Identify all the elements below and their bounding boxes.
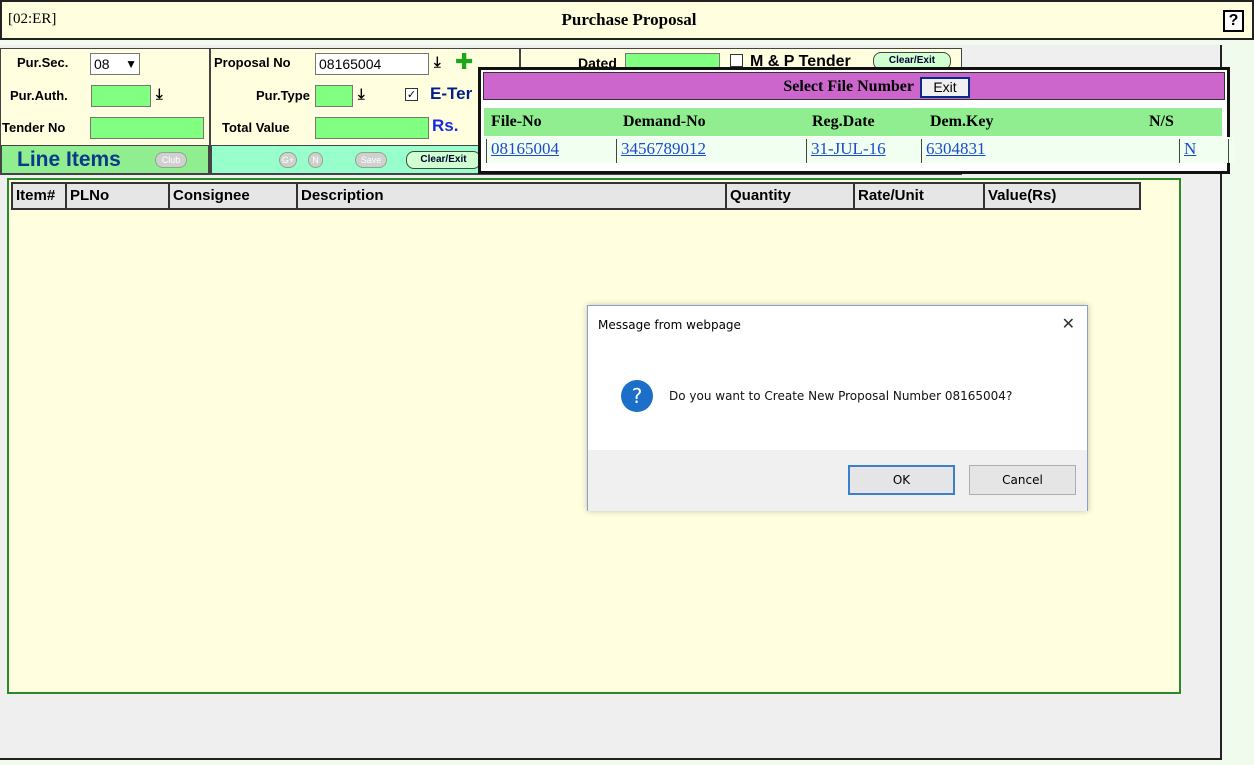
col-value: Value(Rs) bbox=[988, 187, 1057, 204]
popup-columns: File-No Demand-No Reg.Date Dem.Key N/S bbox=[484, 108, 1222, 136]
popup-header: Select File Number Exit bbox=[483, 72, 1225, 100]
title-bar: [02:ER] Purchase Proposal ? bbox=[0, 0, 1254, 40]
column-divider bbox=[296, 184, 298, 208]
file-no-link[interactable]: 08165004 bbox=[486, 139, 616, 163]
col-item: Item# bbox=[16, 187, 56, 204]
col-ns: N/S bbox=[1149, 113, 1174, 130]
reg-date-link[interactable]: 31-JUL-16 bbox=[806, 139, 921, 163]
pur-auth-label: Pur.Auth. bbox=[10, 88, 68, 103]
add-icon[interactable]: ✚ bbox=[455, 50, 473, 75]
g-plus-button[interactable]: G+ bbox=[279, 152, 297, 168]
tender-no-label: Tender No bbox=[2, 120, 66, 135]
cancel-button[interactable]: Cancel bbox=[969, 465, 1076, 495]
close-icon[interactable]: ✕ bbox=[1062, 314, 1075, 333]
popup-title: Select File Number bbox=[783, 78, 914, 95]
pur-type-input[interactable] bbox=[315, 85, 353, 107]
clear-exit-items-button[interactable]: Clear/Exit bbox=[406, 151, 481, 169]
line-items-label: Line Items bbox=[17, 148, 121, 171]
column-divider bbox=[853, 184, 855, 208]
pur-sec-value: 08 bbox=[94, 56, 110, 72]
e-tender-checkbox[interactable]: ✓ bbox=[405, 88, 418, 101]
col-reg-date: Reg.Date bbox=[812, 113, 875, 130]
club-button[interactable]: Club bbox=[155, 152, 187, 168]
dialog-title: Message from webpage bbox=[598, 318, 741, 332]
column-divider bbox=[168, 184, 170, 208]
proposal-no-input[interactable]: 08165004 bbox=[315, 53, 429, 75]
total-value-input[interactable] bbox=[315, 117, 429, 139]
exit-button[interactable]: Exit bbox=[920, 77, 970, 98]
tender-no-input[interactable] bbox=[90, 117, 204, 139]
column-divider bbox=[983, 184, 985, 208]
dem-key-link[interactable]: 6304831 bbox=[921, 139, 1179, 163]
download-arrow-icon[interactable]: ⤓ bbox=[358, 85, 365, 103]
column-divider bbox=[725, 184, 727, 208]
col-consignee: Consignee bbox=[173, 187, 250, 204]
select-file-popup: Select File Number Exit File-No Demand-N… bbox=[478, 67, 1234, 174]
total-value-label: Total Value bbox=[222, 120, 290, 135]
pur-type-label: Pur.Type bbox=[256, 88, 310, 103]
mp-tender-checkbox[interactable] bbox=[730, 54, 743, 67]
ok-button[interactable]: OK bbox=[848, 465, 955, 495]
demand-no-link[interactable]: 3456789012 bbox=[616, 139, 806, 163]
help-button[interactable]: ? bbox=[1223, 10, 1244, 32]
confirm-dialog: Message from webpage ✕ ? Do you want to … bbox=[587, 305, 1088, 511]
question-icon: ? bbox=[621, 380, 653, 412]
col-demand-no: Demand-No bbox=[623, 113, 706, 130]
column-divider bbox=[65, 184, 67, 208]
col-description: Description bbox=[301, 187, 384, 204]
page-title: Purchase Proposal bbox=[561, 10, 697, 29]
line-items-bar: Line Items Club bbox=[1, 145, 209, 174]
col-quantity: Quantity bbox=[730, 187, 791, 204]
line-items-actions: G+ N Save Clear/Exit bbox=[211, 145, 519, 174]
col-dem-key: Dem.Key bbox=[930, 113, 994, 130]
ns-link[interactable]: N bbox=[1179, 139, 1229, 163]
download-arrow-icon[interactable]: ⤓ bbox=[156, 85, 163, 103]
pur-sec-select[interactable]: 08 ▼ bbox=[90, 53, 140, 75]
pur-sec-label: Pur.Sec. bbox=[17, 55, 69, 70]
save-button[interactable]: Save bbox=[355, 152, 387, 168]
chevron-down-icon: ▼ bbox=[125, 57, 137, 71]
col-rate-unit: Rate/Unit bbox=[858, 187, 924, 204]
e-tender-label: E-Ter bbox=[430, 84, 473, 103]
currency-label: Rs. bbox=[432, 116, 459, 135]
items-header: Item# PLNo Consignee Description Quantit… bbox=[11, 182, 1141, 210]
pur-auth-input[interactable] bbox=[91, 85, 151, 107]
col-file-no: File-No bbox=[491, 113, 542, 130]
download-arrow-icon[interactable]: ⤓ bbox=[434, 53, 441, 71]
proposal-no-label: Proposal No bbox=[214, 55, 291, 70]
table-row: 08165004 3456789012 31-JUL-16 6304831 N bbox=[484, 137, 1234, 163]
dialog-message: Do you want to Create New Proposal Numbe… bbox=[669, 389, 1013, 403]
col-plno: PLNo bbox=[70, 187, 110, 204]
n-button[interactable]: N bbox=[308, 152, 323, 168]
